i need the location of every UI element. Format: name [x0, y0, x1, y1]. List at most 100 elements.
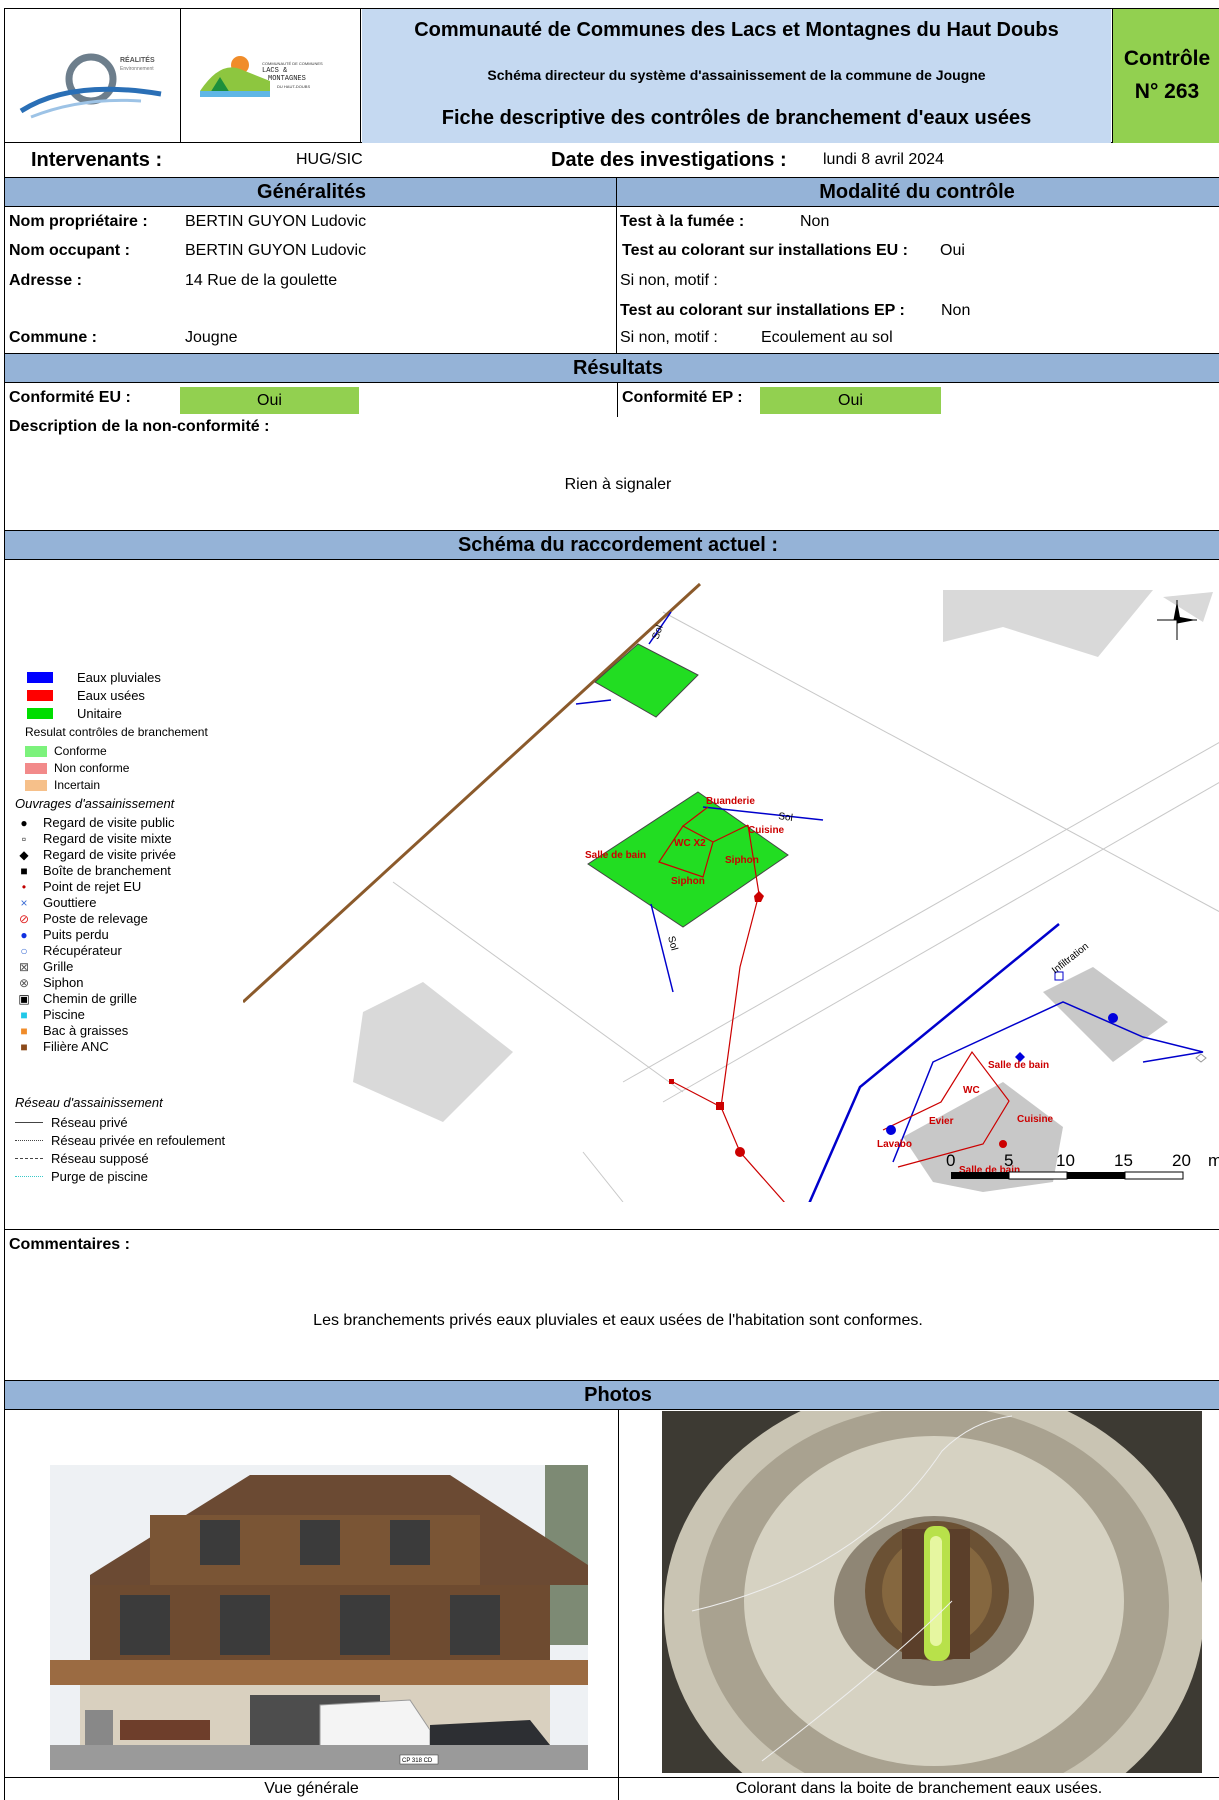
- adresse-label: Adresse :: [9, 272, 82, 289]
- proprietaire-label: Nom propriétaire :: [9, 213, 148, 230]
- legend-reseau-refoulement-label: Réseau privée en refoulement: [51, 1133, 226, 1148]
- legend-line-refoulement: [15, 1140, 43, 1141]
- photos-header: Photos: [4, 1380, 1219, 1410]
- controle-label: Contrôle: [1123, 47, 1211, 70]
- legend-unitaire: Unitaire: [27, 706, 122, 721]
- generalites-header: Généralités: [4, 177, 617, 207]
- legend-eu-label: Eaux usées: [77, 688, 145, 703]
- legend-ouvrage-symbol: ■: [20, 1007, 28, 1022]
- colorant-ep-label: Test au colorant sur installations EP :: [620, 302, 905, 319]
- res-divider-line: [617, 383, 618, 417]
- map-label-wcx2: WC X2: [674, 838, 706, 849]
- legend-ouvrage-label: Chemin de grille: [43, 991, 137, 1006]
- legend-ouvrage-item: ● Regard de visite public: [15, 815, 175, 830]
- network-map: Buanderie Cuisine WC X2 Salle de bain Si…: [243, 582, 1219, 1202]
- commentaires-section: Commentaires : Les branchements privés e…: [4, 1229, 1219, 1380]
- legend-swatch-eu: [27, 690, 53, 701]
- controle-number: N° 263: [1134, 80, 1200, 103]
- legend-ouvrage-symbol: ○: [20, 943, 28, 958]
- legend-ouvrage-label: Regard de visite public: [43, 815, 175, 830]
- caption-vue-generale: Vue générale: [264, 1780, 359, 1797]
- legend-swatch-nonconforme: [25, 762, 47, 774]
- eu-regard-1: [754, 891, 764, 902]
- date-label: Date des investigations :: [551, 149, 787, 171]
- info-row: Intervenants : HUG/SIC Date des investig…: [4, 143, 1219, 177]
- house-photo: CP 318 CD: [50, 1465, 588, 1770]
- scale-tick-0: 0: [946, 1151, 955, 1170]
- puits-perdu-1: [886, 1125, 896, 1135]
- legend-eaux-pluviales: Eaux pluviales: [27, 670, 161, 685]
- legend-incertain-label: Incertain: [54, 778, 101, 792]
- map-label-wc: WC: [963, 1085, 980, 1096]
- dye-test-photo: [662, 1411, 1202, 1773]
- eu-network-west: [672, 1081, 722, 1108]
- occupant-value: BERTIN GUYON Ludovic: [185, 242, 367, 259]
- legend-ouvrage-label: Siphon: [43, 975, 84, 990]
- header: RÉALITÉS Environnement COMMUNAUTÉ DE COM…: [4, 8, 1219, 143]
- occupant-label: Nom occupant :: [9, 242, 130, 259]
- ep-line-sol2: [575, 699, 612, 705]
- nonconf-desc-label: Description de la non-conformité :: [9, 418, 270, 435]
- modalite-body: Test à la fumée : Non Test au colorant s…: [617, 207, 1219, 353]
- realites-logo-sub: Environnement: [120, 66, 154, 72]
- legend-ouvrage-item: ■ Piscine: [15, 1007, 85, 1022]
- generalites-title: Généralités: [257, 181, 366, 203]
- legend-ouvrage-symbol: ⊘: [18, 911, 30, 926]
- modalite-header: Modalité du contrôle: [617, 177, 1219, 207]
- legend-ouvrage-symbol: ▣: [18, 991, 30, 1006]
- legend-reseau-suppose: Réseau supposé: [15, 1151, 149, 1166]
- photos-caption-line: [5, 1777, 1219, 1778]
- puits-perdu-2: [1108, 1013, 1118, 1023]
- map-label-evier: Evier: [929, 1116, 954, 1127]
- legend-incertain: Incertain: [25, 778, 100, 792]
- header-title-block: Communauté de Communes des Lacs et Monta…: [362, 9, 1111, 143]
- schema-header: Schéma du raccordement actuel :: [4, 530, 1219, 560]
- motif2-label: Si non, motif :: [620, 329, 718, 346]
- legend-result-title: Resulat contrôles de branchement: [25, 725, 208, 739]
- neighbor-building-1: [943, 590, 1153, 657]
- map-label-sol2: Sol: [778, 811, 794, 824]
- cc-logo-line2: LACS &: [262, 67, 288, 75]
- scale-tick-5: 5: [1004, 1151, 1013, 1170]
- conf-eu-label: Conformité EU :: [9, 389, 131, 406]
- map-label-buanderie: Buanderie: [706, 796, 755, 807]
- date-value: lundi 8 avril 2024: [823, 151, 944, 168]
- cc-logo: COMMUNAUTÉ DE COMMUNES LACS & MONTAGNES …: [182, 9, 361, 143]
- legend-ouvrage-label: Regard de visite privée: [43, 847, 176, 862]
- legend-conforme: Conforme: [25, 744, 107, 758]
- unitaire-building-small: [594, 643, 699, 718]
- legend-ouvrage-label: Puits perdu: [43, 927, 109, 942]
- legend-ouvrage-symbol: ■: [20, 863, 28, 878]
- commune-label: Commune :: [9, 329, 97, 346]
- realites-logo-graphic: [19, 53, 162, 119]
- map-label-infiltration: Infiltration: [1050, 941, 1091, 976]
- neighbor-building-2: [1163, 592, 1213, 622]
- resultats-body: Conformité EU : Oui Conformité EP : Oui …: [4, 383, 1219, 531]
- legend-ouvrage-item: ■ Boîte de branchement: [15, 863, 171, 878]
- nonconf-desc-value: Rien à signaler: [564, 476, 672, 493]
- legend-ouvrage-label: Grille: [43, 959, 74, 974]
- map-label-sdb2: Salle de bain: [988, 1060, 1049, 1071]
- legend-ouvrage-symbol: ■: [20, 1039, 28, 1054]
- legend-ep-label: Eaux pluviales: [77, 670, 161, 685]
- legend-ouvrage-item: ■ Filière ANC: [15, 1039, 109, 1054]
- conf-ep-label: Conformité EP :: [622, 389, 743, 406]
- motif2-value: Ecoulement au sol: [761, 329, 893, 346]
- legend-ouvrage-label: Filière ANC: [43, 1039, 109, 1054]
- realites-logo: RÉALITÉS Environnement: [5, 9, 181, 143]
- legend-conforme-label: Conforme: [54, 744, 107, 758]
- map-label-lavabo: Lavabo: [877, 1139, 912, 1150]
- legend-ouvrage-symbol: ▫: [21, 831, 27, 846]
- neighbor-building-4: [1043, 967, 1168, 1062]
- legend-swatch-ep: [27, 672, 53, 683]
- legend-reseau-prive-label: Réseau privé: [51, 1115, 128, 1130]
- intervenants-value: HUG/SIC: [296, 151, 363, 168]
- controle-box: Contrôle N° 263: [1112, 9, 1219, 143]
- scale-tick-20: 20: [1172, 1151, 1191, 1170]
- eu-rejet-1: [735, 1147, 745, 1157]
- eu-boite-branchement: [716, 1102, 724, 1110]
- map-label-cuisine2: Cuisine: [1017, 1114, 1054, 1125]
- legend-swatch-conforme: [25, 745, 47, 757]
- legend-line-suppose: [15, 1158, 43, 1159]
- schema-title: Schéma du raccordement actuel :: [457, 534, 779, 556]
